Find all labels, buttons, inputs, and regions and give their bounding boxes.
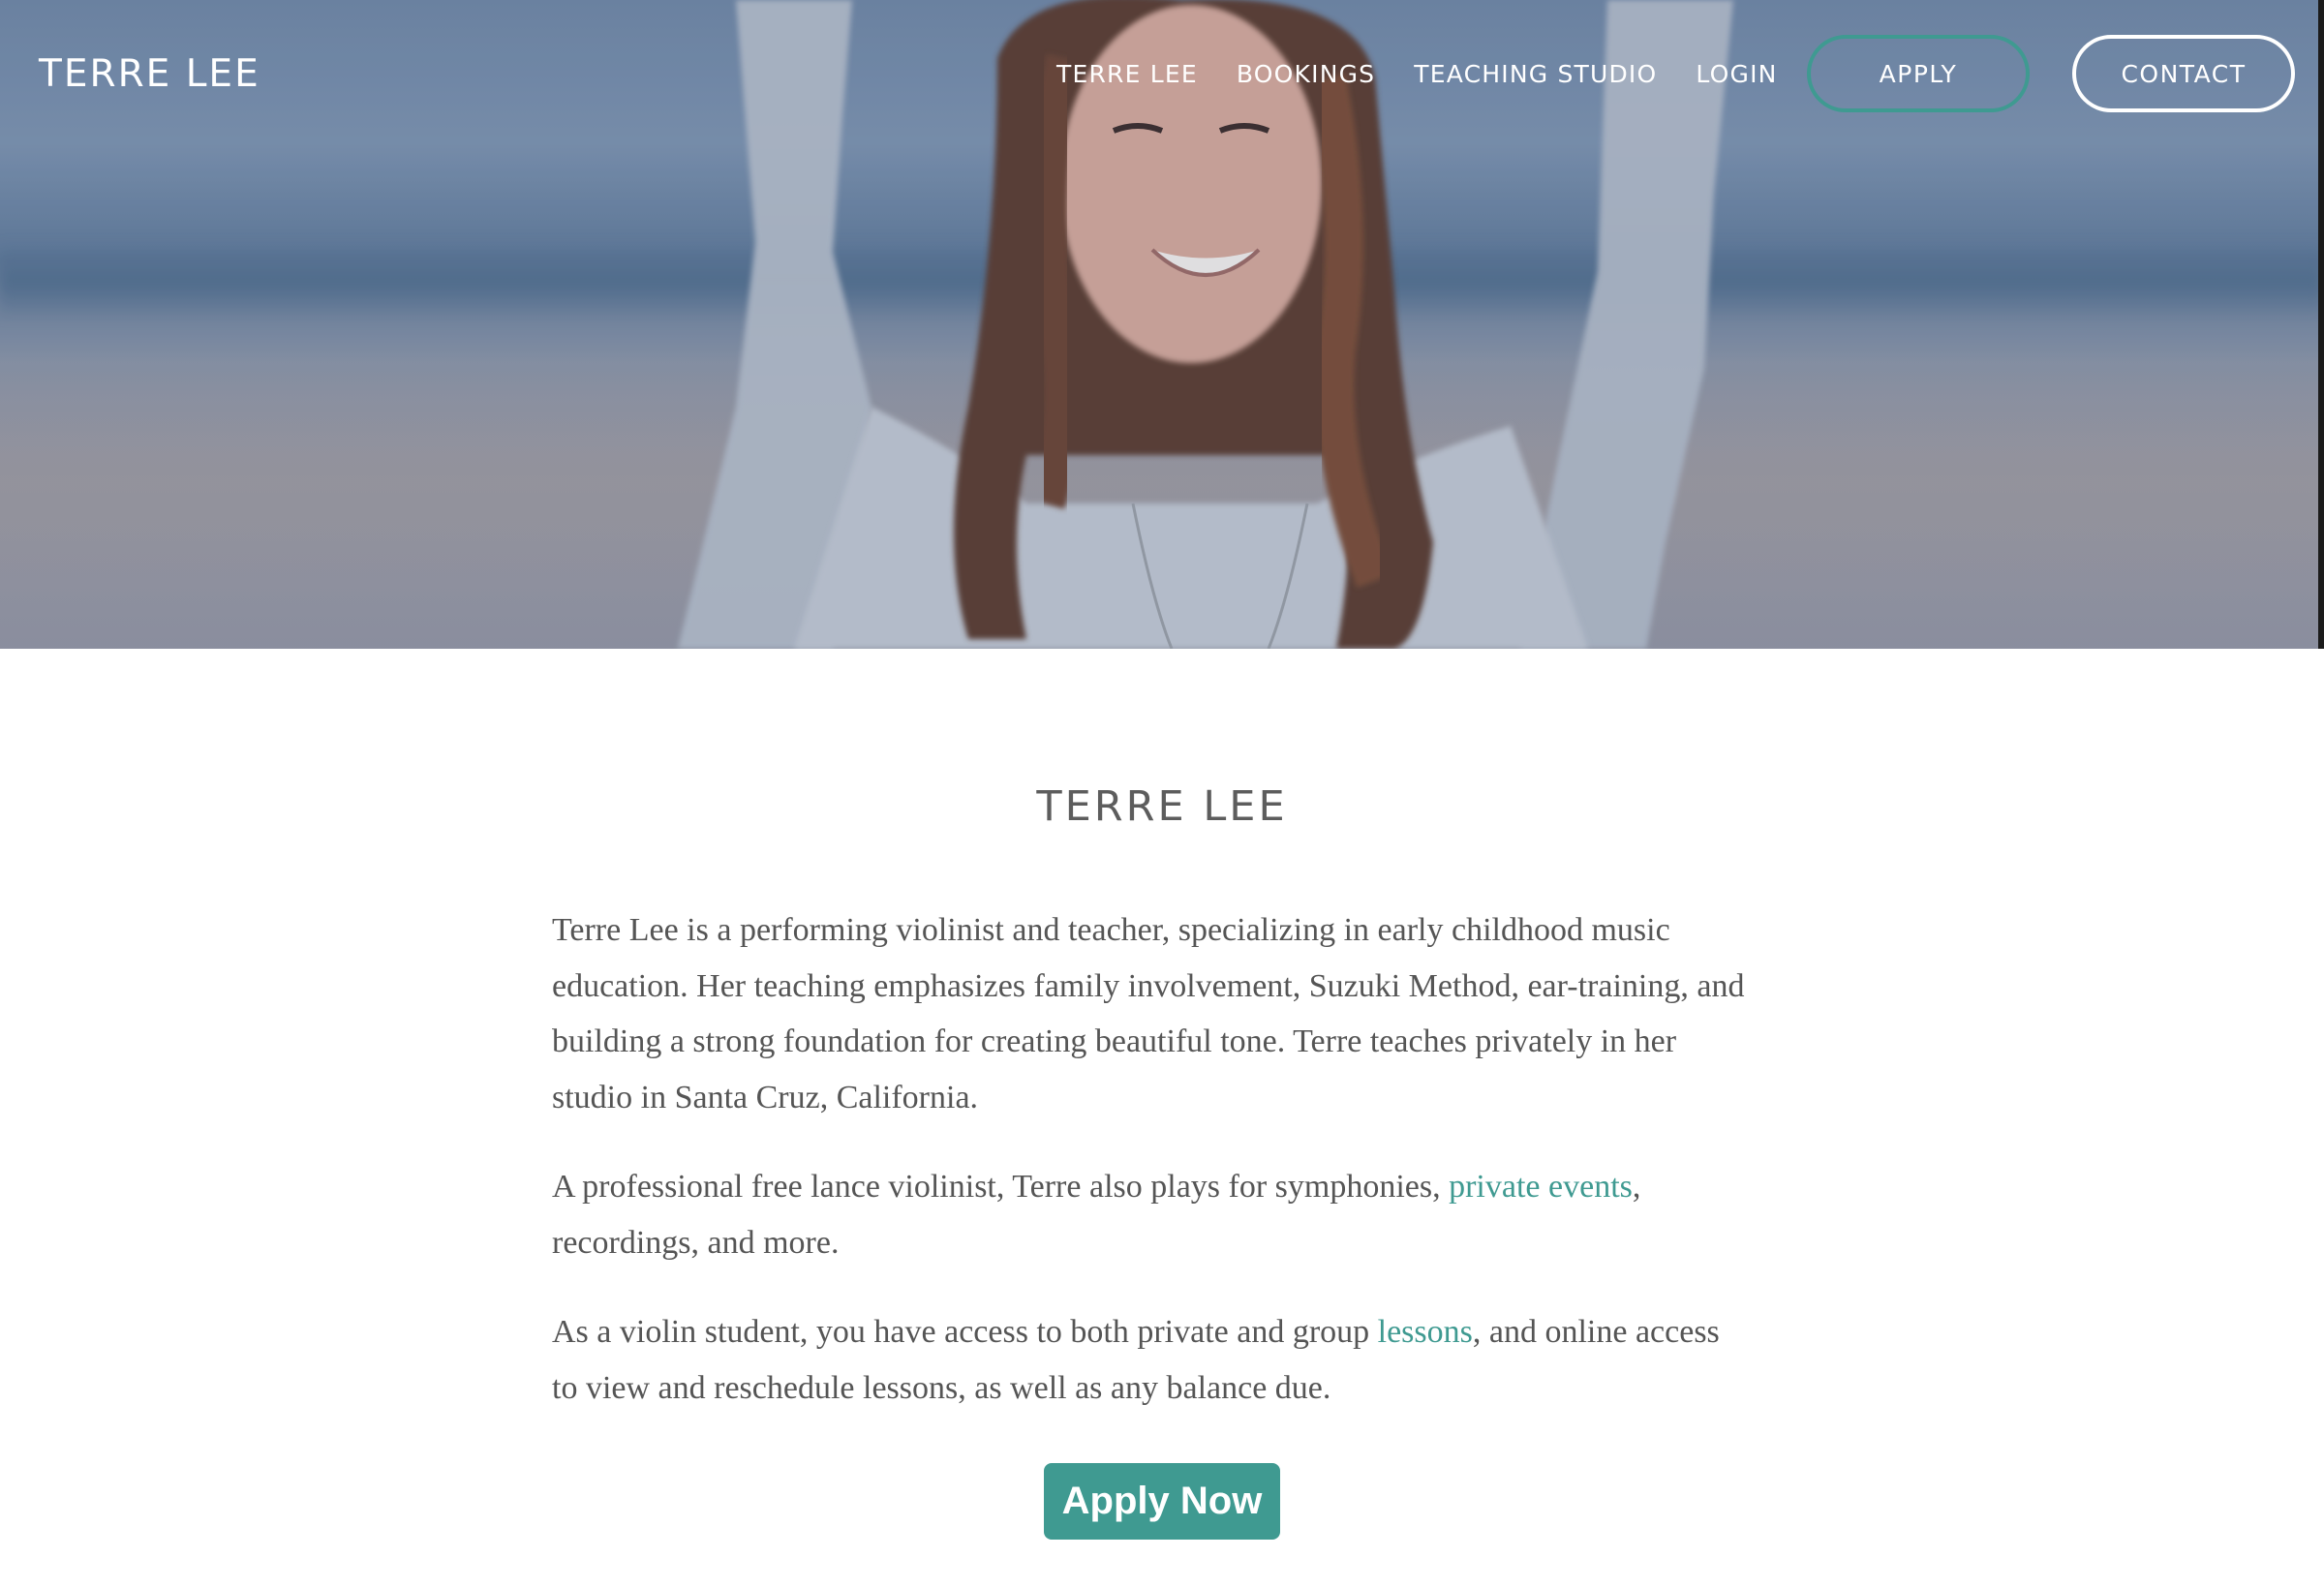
bio-paragraph-3: As a violin student, you have access to … xyxy=(552,1304,1753,1416)
paragraph-text: A professional free lance violinist, Ter… xyxy=(552,1169,1450,1205)
main-nav: TERRE LEE BOOKINGS TEACHING STUDIO LOGIN xyxy=(1056,60,1817,88)
apply-now-button[interactable]: Apply Now xyxy=(1044,1463,1280,1540)
main-content: TERRE LEE Terre Lee is a performing viol… xyxy=(0,649,2324,1588)
lessons-link[interactable]: lessons xyxy=(1378,1314,1473,1350)
apply-button[interactable]: APPLY xyxy=(1807,35,2030,112)
nav-item-terre-lee[interactable]: TERRE LEE xyxy=(1056,60,1198,88)
private-events-link[interactable]: private events xyxy=(1449,1169,1633,1205)
nav-item-teaching-studio[interactable]: TEACHING STUDIO xyxy=(1414,60,1657,88)
site-logo[interactable]: TERRE LEE xyxy=(39,52,260,96)
paragraph-text: As a violin student, you have access to … xyxy=(552,1314,1378,1350)
page-title: TERRE LEE xyxy=(1036,782,1288,831)
site-header: TERRE LEE TERRE LEE BOOKINGS TEACHING ST… xyxy=(0,0,2324,155)
nav-item-bookings[interactable]: BOOKINGS xyxy=(1237,60,1375,88)
contact-button[interactable]: CONTACT xyxy=(2072,35,2295,112)
bio-paragraph-2: A professional free lance violinist, Ter… xyxy=(552,1159,1753,1270)
nav-item-login[interactable]: LOGIN xyxy=(1696,60,1777,88)
bio-text: Terre Lee is a performing violinist and … xyxy=(552,902,1753,1450)
bio-paragraph-1: Terre Lee is a performing violinist and … xyxy=(552,912,1745,1115)
